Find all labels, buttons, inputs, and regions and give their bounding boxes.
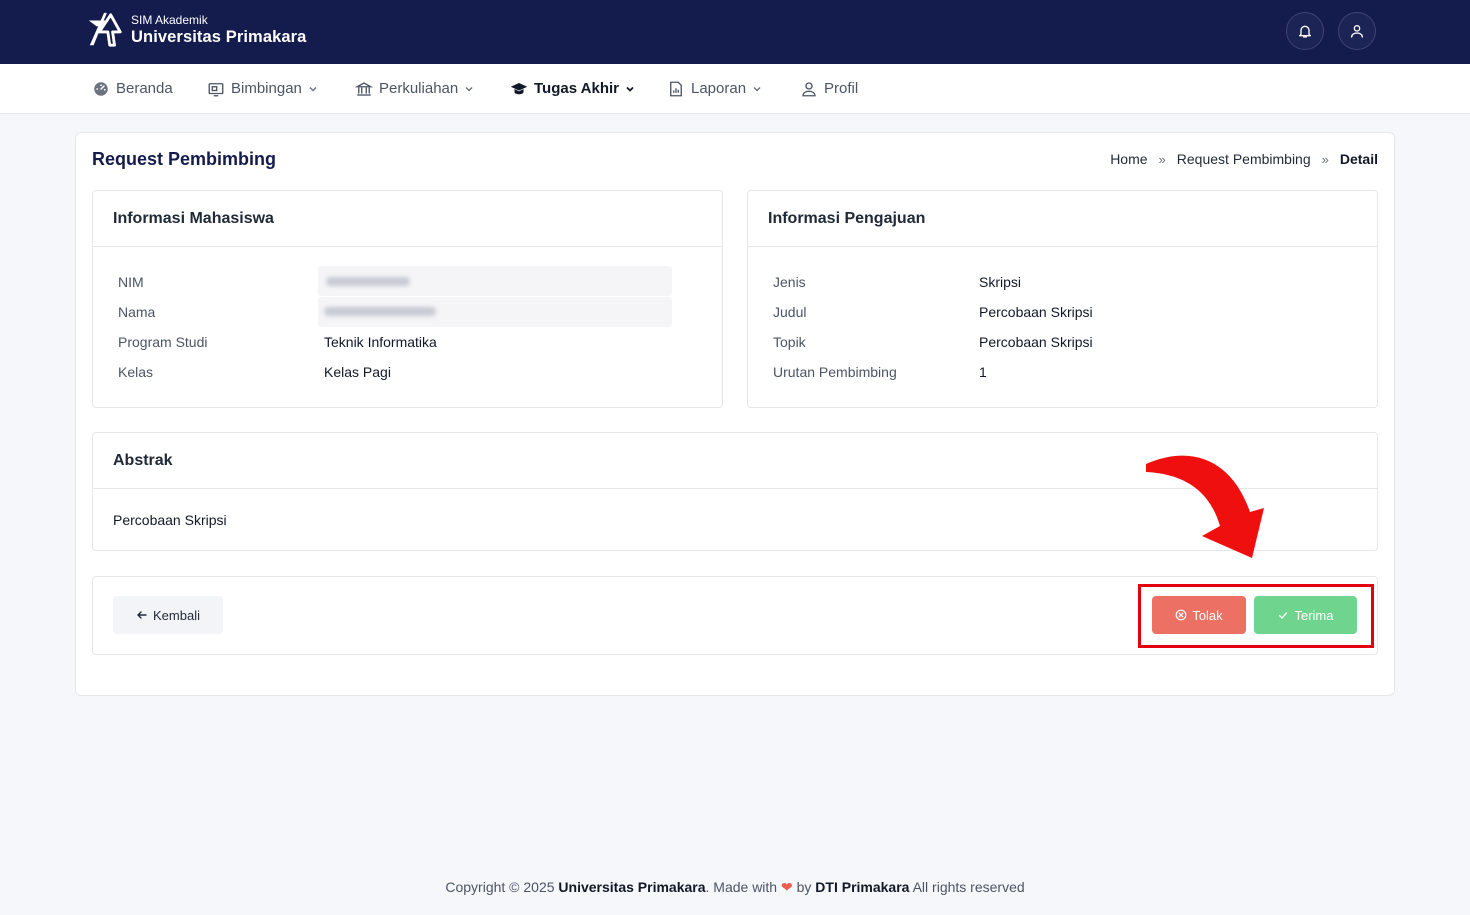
label-judul: Judul <box>773 304 807 320</box>
breadcrumb-current: Detail <box>1339 151 1378 167</box>
abstract-text: Percobaan Skripsi <box>113 512 227 528</box>
back-button[interactable]: Kembali <box>113 596 223 634</box>
label-program-studi: Program Studi <box>118 334 208 350</box>
logo-icon <box>88 12 122 47</box>
page-title: Request Pembimbing <box>92 149 277 169</box>
value-judul: Percobaan Skripsi <box>979 304 1093 320</box>
value-topik: Percobaan Skripsi <box>979 334 1093 350</box>
breadcrumb-home[interactable]: Home <box>1110 151 1147 167</box>
user-menu-button[interactable] <box>1338 12 1376 50</box>
footer-team[interactable]: DTI Primakara <box>815 879 909 895</box>
graduation-cap-icon <box>510 82 528 94</box>
app-title: Universitas Primakara <box>131 28 307 46</box>
label-urutan-pembimbing: Urutan Pembimbing <box>773 364 897 380</box>
label-topik: Topik <box>773 334 806 350</box>
breadcrumb-request-pembimbing[interactable]: Request Pembimbing <box>1177 151 1311 167</box>
name-blur <box>324 307 436 316</box>
app-subtitle: SIM Akademik <box>131 13 208 27</box>
report-icon <box>670 81 682 96</box>
nav-label-beranda: Beranda <box>116 80 173 97</box>
dashboard-icon <box>94 81 108 96</box>
nav-item-laporan[interactable]: Laporan <box>667 64 762 113</box>
label-nim: NIM <box>118 274 144 290</box>
value-jenis: Skripsi <box>979 274 1022 290</box>
breadcrumb-separator-icon: » <box>1321 151 1329 167</box>
student-info-title: Informasi Mahasiswa <box>93 191 722 247</box>
brand[interactable]: SIM Akademik Universitas Primakara <box>86 11 306 49</box>
chevron-down-icon <box>626 86 634 92</box>
notification-button[interactable] <box>1286 12 1324 50</box>
value-kelas: Kelas Pagi <box>324 364 391 380</box>
nav-item-tugas-akhir[interactable]: Tugas Akhir <box>510 64 635 113</box>
nav-item-bimbingan[interactable]: Bimbingan <box>207 64 318 113</box>
chevron-down-icon <box>465 86 473 91</box>
label-jenis: Jenis <box>773 274 806 290</box>
building-icon <box>355 81 373 96</box>
heart-icon: ❤ <box>780 879 793 895</box>
user-icon <box>1351 25 1363 38</box>
chevron-down-icon <box>753 86 761 91</box>
nav-label-profil: Profil <box>824 80 859 97</box>
monitor-icon <box>208 82 224 96</box>
nav-label-bimbingan: Bimbingan <box>231 80 302 97</box>
top-header: SIM Akademik Universitas Primakara <box>0 0 1470 64</box>
nav-item-perkuliahan[interactable]: Perkuliahan <box>355 64 474 113</box>
nav-label-perkuliahan: Perkuliahan <box>379 80 459 97</box>
footer-rights: All rights reserved <box>912 879 1025 895</box>
back-button-label: Kembali <box>153 607 200 623</box>
footer: Copyright © 2025 Universitas Primakara. … <box>0 879 1470 896</box>
main-navigation: Beranda Bimbingan Perkuliahan Tugas Akhi… <box>0 64 1470 114</box>
bell-icon <box>1299 25 1311 38</box>
nav-item-beranda[interactable]: Beranda <box>92 64 173 113</box>
user-icon <box>802 81 816 96</box>
footer-made-with: . Made with <box>705 879 778 895</box>
footer-copyright: Copyright © 2025 <box>445 879 555 895</box>
breadcrumb-separator-icon: » <box>1158 151 1166 167</box>
value-urutan-pembimbing: 1 <box>979 364 987 380</box>
nav-label-laporan: Laporan <box>691 80 747 97</box>
submission-info-title: Informasi Pengajuan <box>748 191 1377 247</box>
nav-label-tugas-akhir: Tugas Akhir <box>534 80 620 97</box>
breadcrumb: Home » Request Pembimbing » Detail <box>1110 151 1378 167</box>
label-kelas: Kelas <box>118 364 154 380</box>
nav-item-profil[interactable]: Profil <box>800 64 858 113</box>
nim-blur <box>326 277 410 286</box>
footer-org: Universitas Primakara <box>558 879 706 895</box>
annotation-arrow-icon <box>1146 455 1264 558</box>
annotation-highlight-box <box>1138 584 1374 648</box>
value-program-studi: Teknik Informatika <box>324 334 437 350</box>
arrow-left-icon <box>137 611 147 619</box>
label-nama: Nama <box>118 304 156 320</box>
chevron-down-icon <box>309 86 317 91</box>
footer-by: by <box>796 879 812 895</box>
